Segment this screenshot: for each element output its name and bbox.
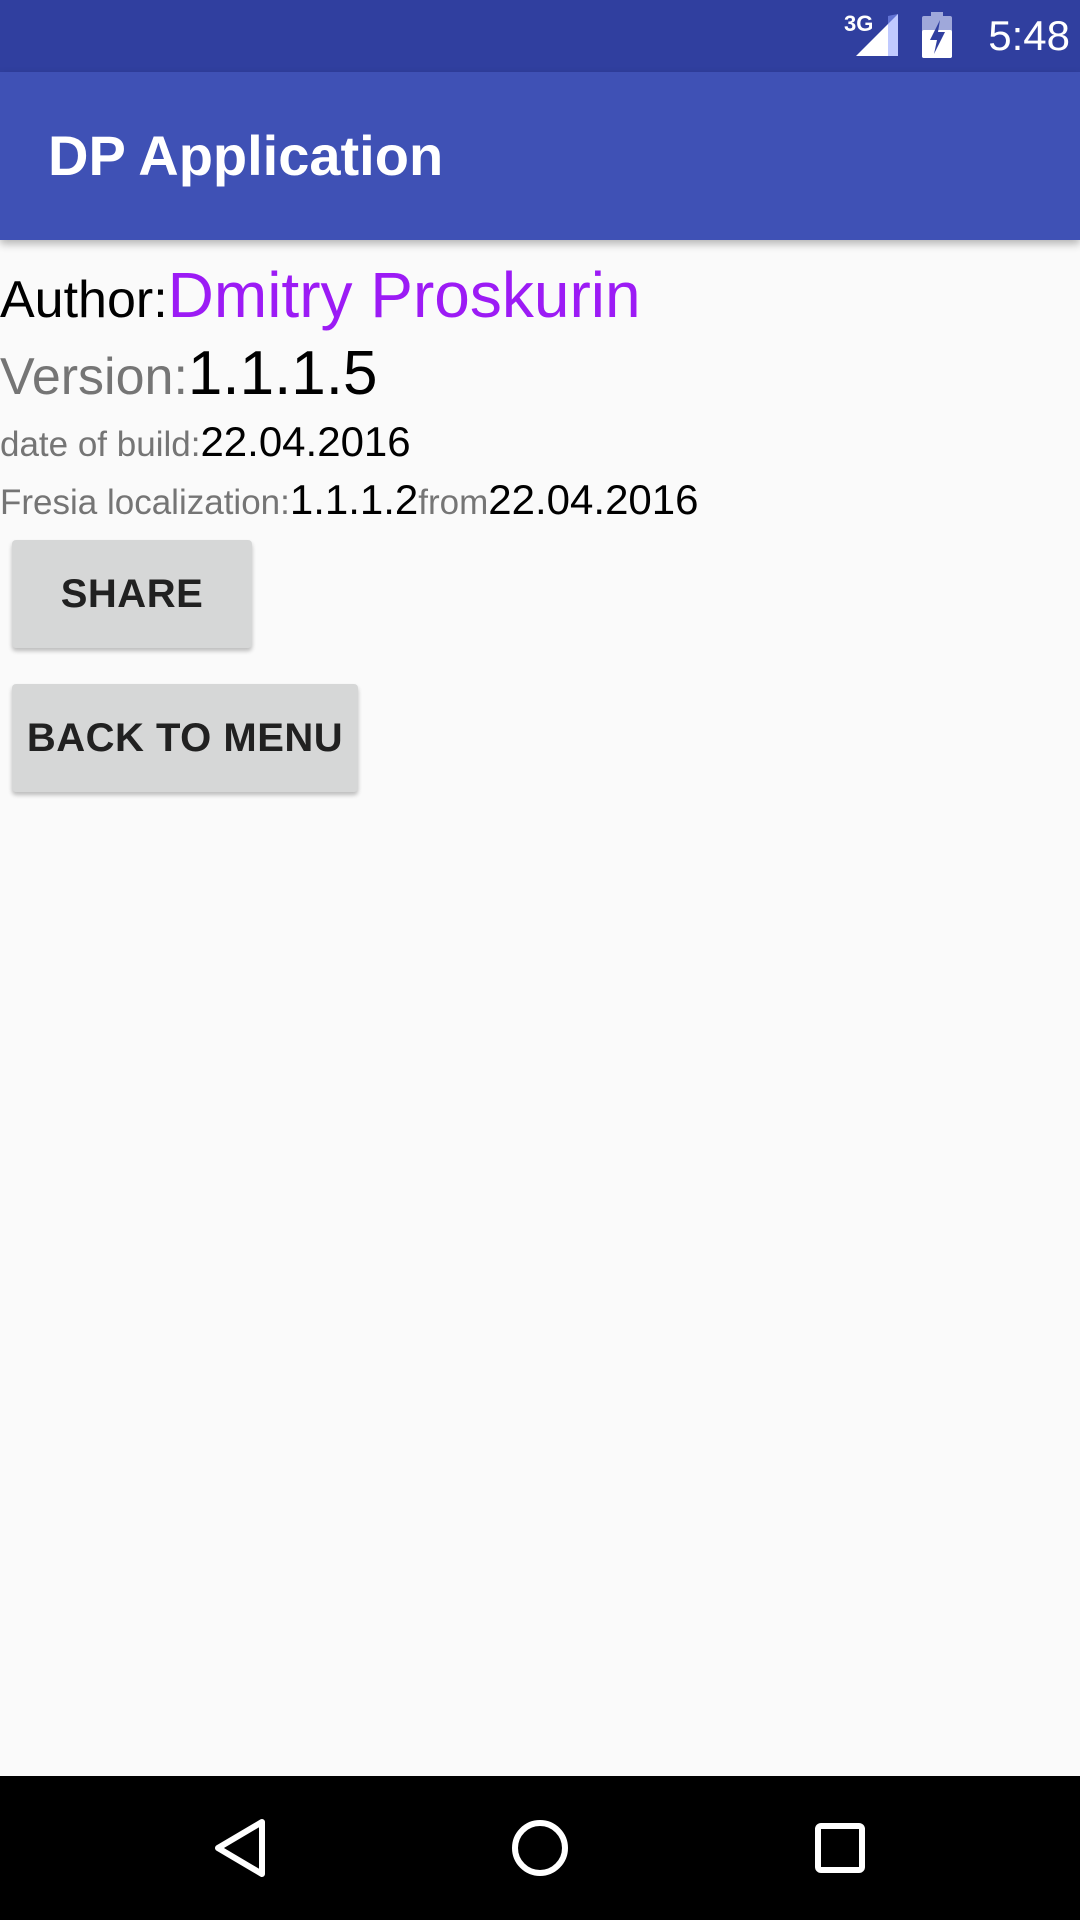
localization-date: 22.04.2016 (488, 476, 699, 523)
app-bar: DP Application (0, 72, 1080, 240)
status-bar: 3G 5:48 (0, 0, 1080, 72)
network-signal-icon (856, 14, 898, 56)
version-row: Version:1.1.1.5 (0, 338, 378, 409)
build-date-row: date of build:22.04.2016 (0, 418, 411, 466)
build-date-value: 22.04.2016 (200, 418, 411, 465)
localization-label: Fresia localization: (0, 483, 290, 522)
localization-row: Fresia localization:1.1.1.2from22.04.201… (0, 476, 699, 524)
localization-version: 1.1.1.2 (289, 476, 419, 523)
back-to-menu-button[interactable]: BACK TO MENU (12, 684, 358, 792)
navigation-bar (0, 1776, 1080, 1920)
home-icon[interactable] (510, 1818, 570, 1878)
back-icon[interactable] (212, 1818, 268, 1878)
author-name: Dmitry Proskurin (167, 259, 641, 331)
version-value: 1.1.1.5 (187, 339, 378, 408)
build-date-label: date of build: (0, 425, 201, 464)
recents-icon[interactable] (814, 1822, 866, 1874)
status-clock: 5:48 (988, 12, 1070, 59)
share-button[interactable]: SHARE (12, 540, 252, 648)
localization-from-label: from (418, 483, 489, 522)
battery-charging-icon (922, 12, 952, 58)
version-label: Version: (0, 348, 188, 406)
app-title: DP Application (48, 124, 444, 187)
author-row: Author:Dmitry Proskurin (0, 258, 641, 332)
app-screen: 3G 5:48 DP Application Author:Dmitry Pro… (0, 0, 1080, 1920)
author-label: Author: (0, 271, 168, 329)
